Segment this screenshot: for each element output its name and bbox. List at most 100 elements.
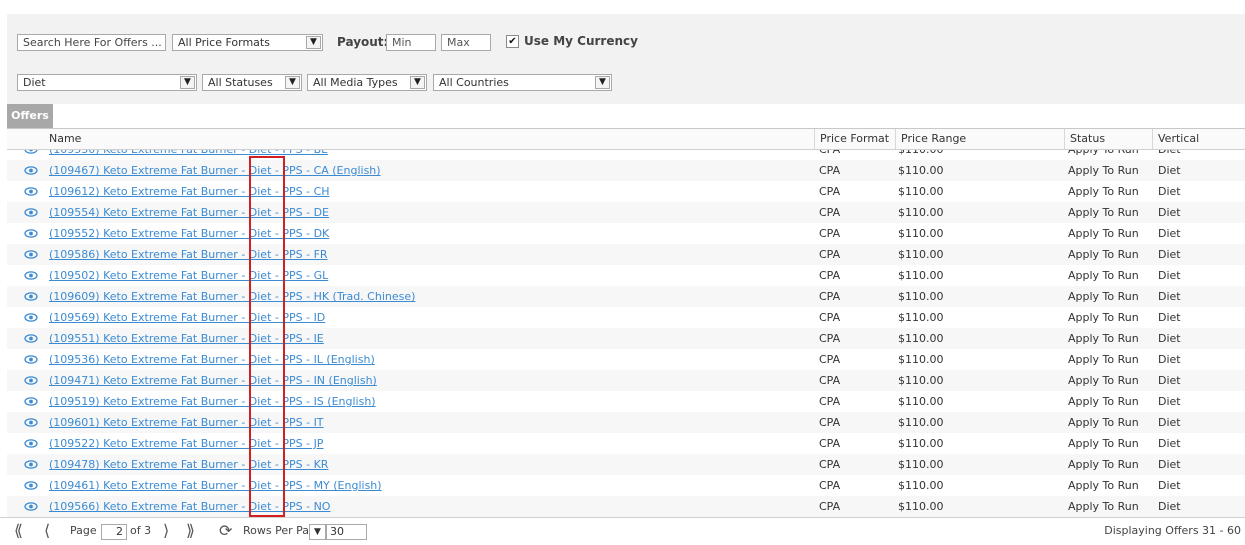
eye-icon[interactable] — [24, 265, 38, 286]
table-row[interactable]: (109612) Keto Extreme Fat Burner - Diet … — [7, 181, 1245, 202]
eye-icon[interactable] — [24, 391, 38, 412]
column-header-name[interactable]: Name — [44, 129, 814, 149]
eye-icon[interactable] — [24, 475, 38, 496]
price-range-cell: $110.00 — [898, 374, 944, 387]
price-format-select[interactable]: All Price Formats ▼ — [172, 34, 323, 51]
status-cell: Apply To Run — [1068, 206, 1139, 219]
eye-icon[interactable] — [24, 370, 38, 391]
rows-per-page-input[interactable]: 30 — [326, 524, 367, 540]
eye-icon[interactable] — [24, 160, 38, 181]
column-header-vertical[interactable]: Vertical — [1152, 129, 1245, 149]
eye-icon[interactable] — [24, 286, 38, 307]
offer-name-link[interactable]: (109471) Keto Extreme Fat Burner - Diet … — [49, 370, 377, 391]
country-select[interactable]: All Countries ▼ — [433, 74, 612, 91]
table-row[interactable]: (109461) Keto Extreme Fat Burner - Diet … — [7, 475, 1245, 496]
vertical-cell: Diet — [1158, 150, 1181, 160]
eye-icon[interactable] — [24, 349, 38, 370]
chevron-down-icon[interactable]: ▼ — [306, 36, 321, 49]
table-row[interactable]: (109566) Keto Extreme Fat Burner - Diet … — [7, 496, 1245, 517]
vertical-select[interactable]: Diet ▼ — [17, 74, 197, 91]
offer-name-link[interactable]: (109467) Keto Extreme Fat Burner - Diet … — [49, 160, 381, 181]
grid-body[interactable]: (109530) Keto Extreme Fat Burner - Diet … — [7, 150, 1245, 518]
eye-icon[interactable] — [24, 307, 38, 328]
vertical-cell: Diet — [1158, 479, 1181, 492]
tab-offers[interactable]: Offers — [7, 104, 53, 128]
eye-icon[interactable] — [24, 244, 38, 265]
page-number-input[interactable]: 2 — [101, 524, 127, 540]
eye-icon[interactable] — [24, 454, 38, 475]
price-format-cell: CPA — [819, 269, 841, 282]
chevron-down-icon[interactable]: ▼ — [410, 76, 425, 89]
use-currency-checkbox[interactable]: ✔ — [506, 35, 519, 48]
rows-per-page-dropdown[interactable]: ▼ — [309, 524, 326, 540]
price-format-cell: CPA — [819, 395, 841, 408]
eye-icon[interactable] — [24, 433, 38, 454]
offer-name-link[interactable]: (109569) Keto Extreme Fat Burner - Diet … — [49, 307, 325, 328]
payout-min-input[interactable]: Min — [386, 34, 436, 51]
offer-name-link[interactable]: (109586) Keto Extreme Fat Burner - Diet … — [49, 244, 328, 265]
table-row[interactable]: (109522) Keto Extreme Fat Burner - Diet … — [7, 433, 1245, 454]
column-header-price-format[interactable]: Price Format — [814, 129, 895, 149]
offer-name-link[interactable]: (109552) Keto Extreme Fat Burner - Diet … — [49, 223, 329, 244]
last-page-icon[interactable]: ⟫ — [186, 522, 195, 540]
column-header-status[interactable]: Status — [1064, 129, 1152, 149]
table-row[interactable]: (109478) Keto Extreme Fat Burner - Diet … — [7, 454, 1245, 475]
chevron-down-icon[interactable]: ▼ — [595, 76, 610, 89]
vertical-cell: Diet — [1158, 269, 1181, 282]
table-row[interactable]: (109467) Keto Extreme Fat Burner - Diet … — [7, 160, 1245, 181]
table-row[interactable]: (109586) Keto Extreme Fat Burner - Diet … — [7, 244, 1245, 265]
eye-icon[interactable] — [24, 223, 38, 244]
table-row[interactable]: (109551) Keto Extreme Fat Burner - Diet … — [7, 328, 1245, 349]
status-select[interactable]: All Statuses ▼ — [202, 74, 302, 91]
vertical-cell: Diet — [1158, 332, 1181, 345]
media-type-select[interactable]: All Media Types ▼ — [307, 74, 427, 91]
status-cell: Apply To Run — [1068, 458, 1139, 471]
vertical-cell: Diet — [1158, 374, 1181, 387]
eye-icon[interactable] — [24, 150, 38, 160]
price-format-cell: CPA — [819, 479, 841, 492]
vertical-cell: Diet — [1158, 458, 1181, 471]
offer-name-link[interactable]: (109519) Keto Extreme Fat Burner - Diet … — [49, 391, 376, 412]
chevron-down-icon[interactable]: ▼ — [285, 76, 300, 89]
table-row[interactable]: (109502) Keto Extreme Fat Burner - Diet … — [7, 265, 1245, 286]
table-row[interactable]: (109609) Keto Extreme Fat Burner - Diet … — [7, 286, 1245, 307]
offer-name-link[interactable]: (109566) Keto Extreme Fat Burner - Diet … — [49, 496, 330, 517]
table-row[interactable]: (109530) Keto Extreme Fat Burner - Diet … — [7, 150, 1245, 160]
offer-name-link[interactable]: (109612) Keto Extreme Fat Burner - Diet … — [49, 181, 330, 202]
first-page-icon[interactable]: ⟪ — [14, 522, 23, 540]
offer-name-link[interactable]: (109554) Keto Extreme Fat Burner - Diet … — [49, 202, 329, 223]
eye-icon[interactable] — [24, 496, 38, 517]
table-row[interactable]: (109554) Keto Extreme Fat Burner - Diet … — [7, 202, 1245, 223]
chevron-down-icon[interactable]: ▼ — [180, 76, 195, 89]
table-row[interactable]: (109569) Keto Extreme Fat Burner - Diet … — [7, 307, 1245, 328]
next-page-icon[interactable]: ⟩ — [163, 522, 169, 540]
offer-name-link[interactable]: (109478) Keto Extreme Fat Burner - Diet … — [49, 454, 328, 475]
eye-icon[interactable] — [24, 202, 38, 223]
column-header-price-range[interactable]: Price Range — [895, 129, 1064, 149]
offer-name-link[interactable]: (109522) Keto Extreme Fat Burner - Diet … — [49, 433, 323, 454]
price-range-cell: $110.00 — [898, 311, 944, 324]
offer-name-link[interactable]: (109609) Keto Extreme Fat Burner - Diet … — [49, 286, 415, 307]
offer-name-link[interactable]: (109502) Keto Extreme Fat Burner - Diet … — [49, 265, 328, 286]
status-cell: Apply To Run — [1068, 248, 1139, 261]
table-row[interactable]: (109536) Keto Extreme Fat Burner - Diet … — [7, 349, 1245, 370]
prev-page-icon[interactable]: ⟨ — [44, 522, 50, 540]
price-range-cell: $110.00 — [898, 269, 944, 282]
table-row[interactable]: (109552) Keto Extreme Fat Burner - Diet … — [7, 223, 1245, 244]
offer-name-link[interactable]: (109530) Keto Extreme Fat Burner - Diet … — [49, 150, 328, 160]
offer-name-link[interactable]: (109461) Keto Extreme Fat Burner - Diet … — [49, 475, 382, 496]
eye-icon[interactable] — [24, 181, 38, 202]
offer-name-link[interactable]: (109601) Keto Extreme Fat Burner - Diet … — [49, 412, 324, 433]
table-row[interactable]: (109471) Keto Extreme Fat Burner - Diet … — [7, 370, 1245, 391]
payout-max-input[interactable]: Max — [441, 34, 491, 51]
table-row[interactable]: (109601) Keto Extreme Fat Burner - Diet … — [7, 412, 1245, 433]
offer-name-link[interactable]: (109536) Keto Extreme Fat Burner - Diet … — [49, 349, 375, 370]
search-input[interactable]: Search Here For Offers ... — [17, 34, 166, 51]
eye-icon[interactable] — [24, 328, 38, 349]
price-range-cell: $110.00 — [898, 164, 944, 177]
eye-icon[interactable] — [24, 412, 38, 433]
refresh-icon[interactable]: ⟳ — [219, 522, 232, 540]
offer-name-link[interactable]: (109551) Keto Extreme Fat Burner - Diet … — [49, 328, 324, 349]
payout-label: Payout: — [337, 35, 389, 49]
table-row[interactable]: (109519) Keto Extreme Fat Burner - Diet … — [7, 391, 1245, 412]
